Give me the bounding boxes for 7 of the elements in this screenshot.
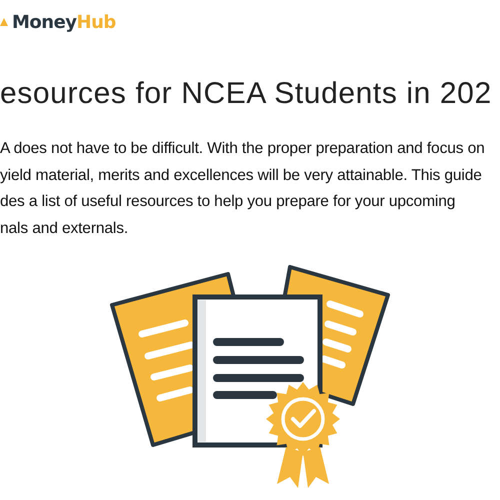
intro-text-line: yield material, merits and excellences will be very attainable. This guide	[0, 166, 482, 186]
intro-text-line: A does not have to be difficult. With the proper preparation and focus on	[0, 139, 485, 159]
intro-text-line: nals and externals.	[0, 218, 128, 238]
intro-text-line: des a list of useful resources to help you prepare for your upcoming	[0, 192, 456, 212]
triangle-icon	[0, 18, 8, 26]
logo-wordmark[interactable]: MoneyHub	[12, 12, 116, 32]
page-title: esources for NCEA Students in 202	[0, 76, 493, 112]
